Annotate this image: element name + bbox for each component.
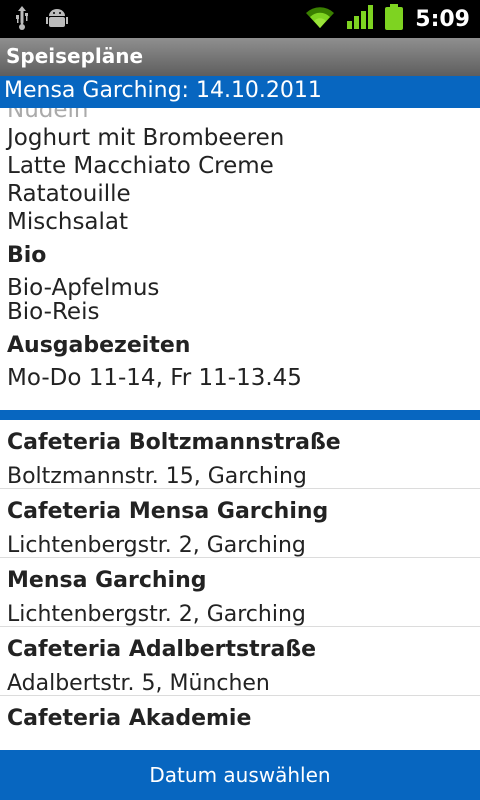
location-address: Adalbertstr. 5, München — [7, 671, 270, 696]
status-bar: 5:09 — [0, 0, 480, 38]
menu-header: Mensa Garching: 14.10.2011 — [0, 76, 480, 108]
location-address: Lichtenbergstr. 2, Garching — [7, 533, 306, 558]
location-name: Cafeteria Adalbertstraße — [7, 637, 317, 662]
menu-item: Latte Macchiato Creme — [7, 153, 274, 179]
select-date-button[interactable]: Datum auswählen — [0, 750, 480, 800]
list-item[interactable]: Mensa Garching Lichtenbergstr. 2, Garchi… — [0, 558, 480, 627]
menu-item: Mischsalat — [7, 209, 129, 235]
location-name: Cafeteria Mensa Garching — [7, 499, 329, 524]
wifi-icon — [305, 5, 335, 33]
menu-item: Bio-Reis — [7, 299, 100, 325]
app-title: Speisepläne — [6, 44, 144, 68]
menu-item: Bio-Apfelmus — [7, 275, 160, 301]
menu-header-title: Mensa Garching: 14.10.2011 — [4, 78, 322, 103]
location-address: Lichtenbergstr. 2, Garching — [7, 602, 306, 627]
hours-heading: Ausgabezeiten — [7, 333, 191, 358]
location-address: Boltzmannstr. 15, Garching — [7, 464, 307, 489]
location-name: Cafeteria Akademie — [7, 706, 252, 731]
list-item[interactable]: Cafeteria Boltzmannstraße Boltzmannstr. … — [0, 420, 480, 489]
usb-icon — [14, 6, 30, 34]
menu-item: Nudeln — [7, 108, 89, 123]
clock: 5:09 — [415, 6, 470, 32]
bio-heading: Bio — [7, 243, 47, 268]
location-name: Cafeteria Boltzmannstraße — [7, 430, 341, 455]
menu-item: Ratatouille — [7, 181, 131, 207]
location-list[interactable]: Cafeteria Boltzmannstraße Boltzmannstr. … — [0, 420, 480, 750]
location-name: Mensa Garching — [7, 568, 207, 593]
opening-hours: Mo-Do 11-14, Fr 11-13.45 — [7, 365, 302, 391]
menu-item: Joghurt mit Brombeeren — [7, 125, 285, 151]
list-item[interactable]: Cafeteria Adalbertstraße Adalbertstr. 5,… — [0, 627, 480, 696]
section-divider — [0, 410, 480, 420]
android-debug-icon — [46, 6, 68, 34]
battery-icon — [385, 4, 404, 34]
list-item[interactable]: Cafeteria Akademie — [0, 696, 480, 750]
list-item[interactable]: Cafeteria Mensa Garching Lichtenbergstr.… — [0, 489, 480, 558]
signal-icon — [347, 5, 374, 33]
menu-content[interactable]: Nudeln Joghurt mit Brombeeren Latte Macc… — [0, 108, 480, 410]
title-bar: Speisepläne — [0, 38, 480, 76]
